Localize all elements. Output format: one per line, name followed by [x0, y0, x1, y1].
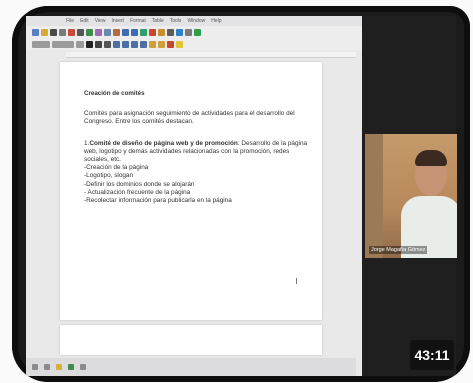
committee-lead: 1.Comité de diseño de página web y de pr…: [84, 140, 309, 165]
font-color-icon[interactable]: [167, 40, 174, 48]
video-frame: File Edit View Insert Format Table Tools…: [12, 6, 470, 382]
webcam-overlay: Jorge Magaña Gómez: [365, 134, 457, 258]
committee-name: Comité de diseño de página web y de prom…: [89, 139, 238, 147]
task-item: -Definir los dominios donde se alojarán: [84, 180, 195, 188]
undo-icon[interactable]: [122, 28, 129, 36]
image-icon[interactable]: [158, 28, 165, 36]
status-bar: [26, 358, 356, 376]
word-count-icon: [44, 364, 50, 370]
menu-item-edit[interactable]: Edit: [80, 18, 89, 24]
task-item: -Recolectar información para publicarla …: [84, 197, 232, 205]
numbering-icon[interactable]: [158, 40, 165, 48]
presenter-hair: [415, 150, 447, 166]
menu-item-tools[interactable]: Tools: [170, 18, 182, 24]
bullets-icon[interactable]: [149, 40, 156, 48]
text-cursor: [296, 278, 297, 284]
bookshelf: [365, 134, 383, 258]
align-right-icon[interactable]: [131, 40, 138, 48]
font-size-select[interactable]: [76, 40, 84, 48]
intro-paragraph: Comités para asignación seguimiento de a…: [84, 110, 295, 126]
menu-item-help[interactable]: Help: [211, 18, 221, 24]
task-item: -Logotipo, slogan: [84, 172, 134, 180]
chart-icon[interactable]: [167, 28, 174, 36]
justify-icon[interactable]: [140, 40, 147, 48]
zoom-slider-icon[interactable]: [80, 364, 86, 370]
committee-section: 1.Comité de diseño de página web y de pr…: [84, 140, 309, 206]
bold-icon[interactable]: [86, 40, 93, 48]
cut-icon[interactable]: [95, 28, 102, 36]
menu-item-file[interactable]: File: [66, 18, 74, 24]
horizontal-ruler[interactable]: [66, 52, 356, 58]
gallery-icon[interactable]: [194, 28, 201, 36]
paragraph-style-select[interactable]: [32, 40, 50, 48]
task-item: -Creación de la página: [84, 164, 149, 172]
presenter-name-label: Jorge Magaña Gómez: [369, 246, 428, 254]
page-info-icon: [32, 364, 38, 370]
view-layout-icon[interactable]: [68, 364, 74, 370]
table-icon[interactable]: [149, 28, 156, 36]
navigator-icon[interactable]: [185, 28, 192, 36]
menu-item-window[interactable]: Window: [187, 18, 205, 24]
highlight-icon[interactable]: [176, 40, 183, 48]
print-icon[interactable]: [77, 28, 84, 36]
task-item: - Actualización frecuente de la página: [84, 188, 191, 196]
language-icon: [56, 364, 62, 370]
menu-item-insert[interactable]: Insert: [111, 18, 124, 24]
copy-icon[interactable]: [104, 28, 111, 36]
find-icon[interactable]: [176, 28, 183, 36]
open-folder-icon[interactable]: [41, 28, 48, 36]
hyperlink-icon[interactable]: [140, 28, 147, 36]
menu-item-view[interactable]: View: [95, 18, 106, 24]
email-icon[interactable]: [59, 28, 66, 36]
document-heading: Creación de comités: [84, 90, 145, 97]
new-document-icon[interactable]: [32, 28, 39, 36]
redo-icon[interactable]: [131, 28, 138, 36]
spellcheck-icon[interactable]: [86, 28, 93, 36]
menu-item-table[interactable]: Table: [152, 18, 164, 24]
font-name-select[interactable]: [52, 40, 74, 48]
align-center-icon[interactable]: [122, 40, 129, 48]
video-duration-badge: 43:11: [410, 340, 454, 370]
underline-icon[interactable]: [104, 40, 111, 48]
menu-item-format[interactable]: Format: [130, 18, 146, 24]
paste-icon[interactable]: [113, 28, 120, 36]
align-left-icon[interactable]: [113, 40, 120, 48]
next-document-page[interactable]: [60, 325, 322, 355]
save-icon[interactable]: [50, 28, 57, 36]
export-pdf-icon[interactable]: [68, 28, 75, 36]
document-page[interactable]: Creación de comités Comités para asignac…: [60, 62, 322, 320]
document-body[interactable]: Creación de comités Comités para asignac…: [84, 90, 309, 205]
italic-icon[interactable]: [95, 40, 102, 48]
